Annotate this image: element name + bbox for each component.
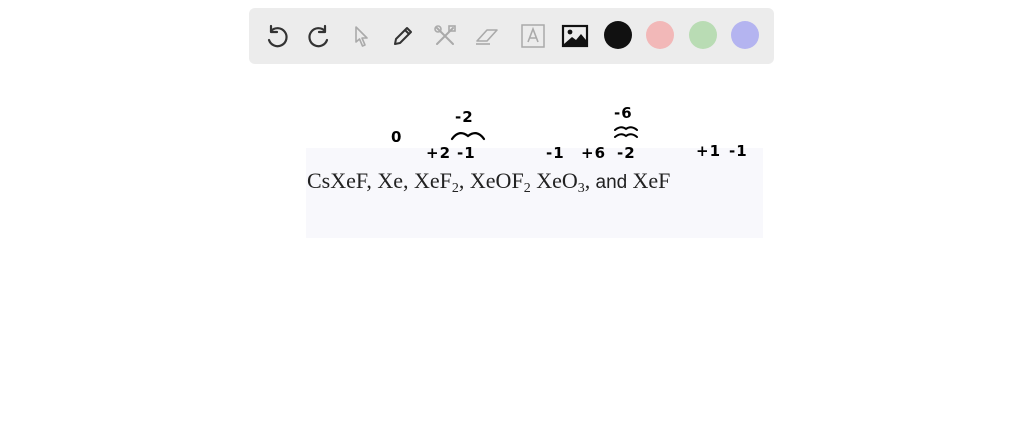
undo-icon [267,24,288,48]
annotation-plus1: +1 [696,142,722,160]
annotation-plus6: +6 [581,144,607,162]
formula-text-3: XeO [530,168,578,193]
annotation-minus1-a: -1 [457,144,476,162]
tools-button[interactable] [429,20,461,52]
formula-and: and [590,172,633,193]
formula-text-5: XeF [632,168,671,193]
subscript-1: 2 [451,181,459,196]
brace-mark-1 [450,132,486,141]
eraser-icon [476,29,498,45]
pencil-tool-button[interactable] [387,20,419,52]
color-swatch-purple[interactable] [731,21,759,49]
annotation-minus2-top: -2 [455,108,474,126]
brace-mark-2 [614,126,638,138]
text-tool-button[interactable] [517,20,549,52]
undo-button[interactable] [261,20,293,52]
select-tool-button[interactable] [345,20,377,52]
text-icon [521,24,545,48]
annotation-minus2: -2 [617,144,636,162]
color-swatch-green[interactable] [689,21,717,49]
redo-icon [308,24,329,48]
annotation-zero: 0 [391,128,403,146]
color-swatch-pink[interactable] [646,21,674,49]
redo-button[interactable] [303,20,335,52]
compound-list: CsXeF, Xe, XeF2, XeOF2 XeO3, and XeF [307,168,671,196]
subscript-2: 2 [523,181,531,196]
formula-text-2: , XeOF [458,168,524,193]
subscript-3: 3 [577,181,585,196]
image-tool-button[interactable] [559,20,591,52]
formula-text-1: CsXeF, Xe, XeF [307,168,452,193]
eraser-tool-button[interactable] [471,20,503,52]
annotation-minus1-c: -1 [729,142,748,160]
annotation-minus1-b: -1 [546,144,565,162]
color-swatch-black[interactable] [604,21,632,49]
pencil-icon [394,27,412,45]
annotation-plus2: +2 [426,144,452,162]
tools-icon [434,25,456,45]
image-icon [561,24,589,48]
annotation-minus6-top: -6 [614,104,633,122]
drawing-toolbar [249,8,774,64]
pointer-icon [355,26,368,47]
